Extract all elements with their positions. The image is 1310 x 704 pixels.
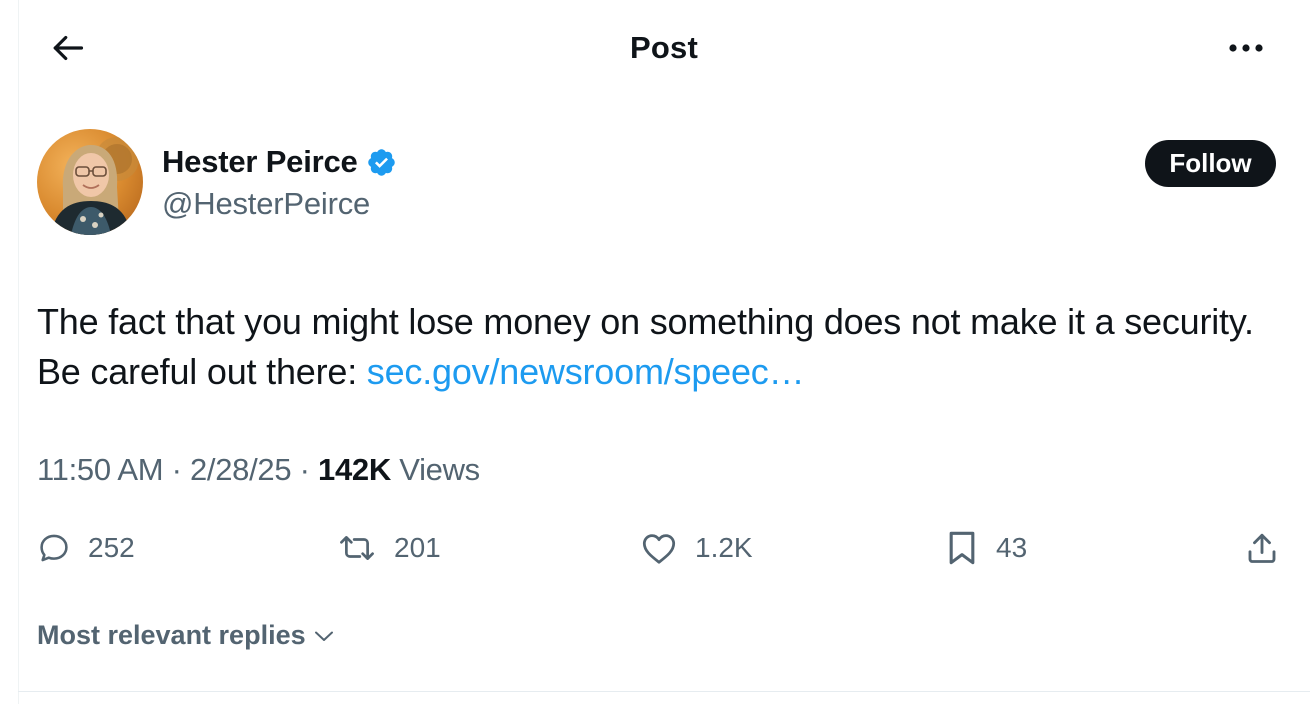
follow-button[interactable]: Follow	[1145, 140, 1276, 187]
post-time[interactable]: 11:50 AM	[37, 452, 164, 487]
reply-icon	[37, 531, 71, 565]
share-button[interactable]	[1244, 526, 1280, 570]
avatar[interactable]	[37, 129, 143, 235]
author-display-name[interactable]: Hester Peirce	[162, 144, 358, 180]
post-meta: 11:50 AM · 2/28/25 · 142K Views	[37, 452, 480, 488]
meta-separator: ·	[171, 452, 182, 487]
views-label: Views	[399, 452, 480, 487]
like-button[interactable]: 1.2K	[640, 526, 753, 570]
heart-icon	[640, 531, 678, 565]
reply-button[interactable]: 252	[37, 526, 135, 570]
more-horizontal-icon	[1226, 41, 1266, 59]
meta-separator: ·	[299, 452, 310, 487]
bookmark-icon	[945, 529, 979, 567]
verified-badge-icon[interactable]	[366, 147, 397, 178]
bookmark-button[interactable]: 43	[945, 526, 1027, 570]
share-icon	[1244, 530, 1280, 566]
repost-button[interactable]: 201	[337, 526, 441, 570]
chevron-down-icon	[312, 624, 336, 648]
author-handle[interactable]: @HesterPeirce	[162, 186, 370, 222]
divider	[18, 691, 1310, 692]
post-link[interactable]: sec.gov/newsroom/speec…	[367, 351, 805, 392]
more-options-button[interactable]	[1222, 26, 1270, 74]
views-count[interactable]: 142K	[318, 452, 391, 487]
reply-count: 252	[88, 532, 135, 563]
repost-count: 201	[394, 532, 441, 563]
post-date[interactable]: 2/28/25	[190, 452, 292, 487]
bookmark-count: 43	[996, 532, 1028, 563]
replies-sort-dropdown[interactable]: Most relevant replies	[37, 620, 336, 651]
page-title: Post	[630, 30, 698, 65]
repost-icon	[337, 531, 377, 565]
replies-sort-label: Most relevant replies	[37, 620, 306, 650]
author-name-row[interactable]: Hester Peirce	[162, 143, 397, 181]
like-count: 1.2K	[695, 532, 753, 563]
post-body: The fact that you might lose money on so…	[37, 297, 1277, 397]
